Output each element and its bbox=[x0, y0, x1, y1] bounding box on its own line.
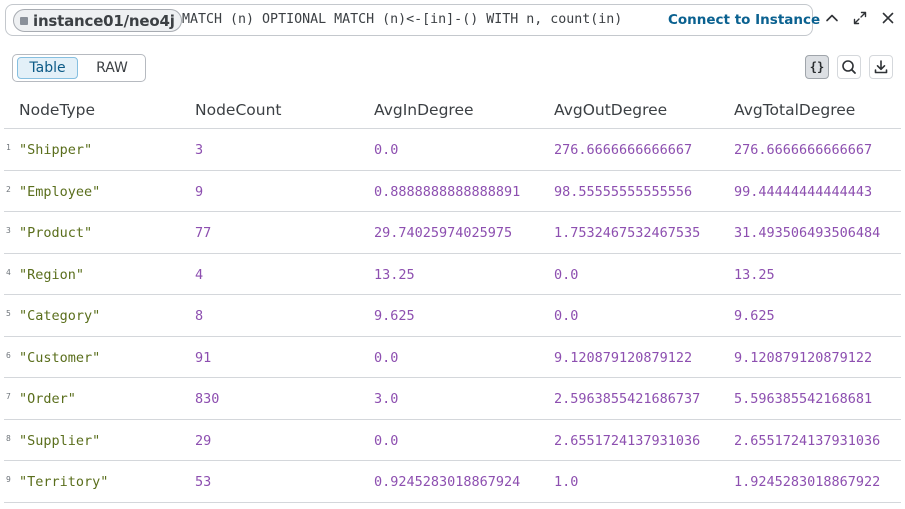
table-row: 9 "Territory" 53 0.9245283018867924 1.0 … bbox=[4, 461, 901, 503]
connect-to-instance-button[interactable]: Connect to Instance bbox=[668, 12, 820, 28]
database-icon bbox=[20, 16, 28, 25]
cell-node-count: 3 bbox=[195, 142, 204, 158]
table-header: NodeType NodeCount AvgInDegree AvgOutDeg… bbox=[4, 90, 901, 129]
cell-avg-in-degree: 9.625 bbox=[374, 308, 415, 324]
table-row: 5 "Category" 8 9.625 0.0 9.625 bbox=[4, 295, 901, 337]
cell-avg-in-degree: 0.8888888888888891 bbox=[374, 183, 521, 200]
close-icon bbox=[882, 12, 894, 24]
cell-avg-total-degree: 1.9245283018867922 bbox=[734, 474, 881, 490]
search-button[interactable] bbox=[837, 55, 861, 79]
query-text[interactable]: MATCH (n) OPTIONAL MATCH (n)<-[in]-() WI… bbox=[182, 12, 622, 27]
row-number: 9 bbox=[6, 475, 11, 484]
cell-node-type: "Territory" bbox=[19, 474, 109, 490]
row-number: 4 bbox=[6, 267, 11, 277]
table-row: 2 "Employee" 9 0.8888888888888891 98.555… bbox=[4, 171, 901, 212]
column-header[interactable]: AvgTotalDegree bbox=[734, 101, 855, 119]
row-number: 5 bbox=[6, 309, 11, 318]
json-icon: {} bbox=[809, 60, 825, 74]
cell-node-count: 91 bbox=[195, 349, 212, 366]
cell-avg-total-degree: 9.120879120879122 bbox=[734, 349, 873, 366]
cell-node-type: "Shipper" bbox=[19, 142, 93, 158]
cell-avg-total-degree: 99.44444444444443 bbox=[734, 183, 873, 200]
cell-node-count: 53 bbox=[195, 474, 212, 490]
search-icon bbox=[842, 60, 856, 74]
cell-node-type: "Category" bbox=[19, 308, 101, 324]
query-header: instance01/neo4j MATCH (n) OPTIONAL MATC… bbox=[0, 0, 905, 40]
expand-icon bbox=[853, 11, 867, 25]
cell-node-count: 830 bbox=[195, 391, 220, 407]
instance-name: instance01/neo4j bbox=[33, 11, 175, 30]
table-view-tab[interactable]: Table bbox=[17, 57, 78, 79]
expand-button[interactable] bbox=[851, 9, 869, 27]
instance-badge[interactable]: instance01/neo4j bbox=[13, 9, 182, 32]
cell-node-type: "Employee" bbox=[19, 183, 101, 200]
cell-node-type: "Supplier" bbox=[19, 432, 101, 449]
cell-node-count: 4 bbox=[195, 266, 204, 283]
collapse-button[interactable] bbox=[823, 9, 841, 27]
row-number: 7 bbox=[6, 392, 11, 401]
cell-avg-out-degree: 1.7532467532467535 bbox=[554, 225, 701, 241]
cell-avg-total-degree: 13.25 bbox=[734, 266, 775, 283]
cell-avg-out-degree: 0.0 bbox=[554, 308, 579, 324]
download-icon bbox=[874, 60, 888, 74]
cell-node-type: "Customer" bbox=[19, 349, 101, 366]
results-table: NodeType NodeCount AvgInDegree AvgOutDeg… bbox=[4, 90, 901, 503]
close-button[interactable] bbox=[879, 9, 897, 27]
table-row: 6 "Customer" 91 0.0 9.120879120879122 9.… bbox=[4, 337, 901, 378]
cell-avg-total-degree: 9.625 bbox=[734, 308, 775, 324]
cell-avg-in-degree: 3.0 bbox=[374, 391, 399, 407]
cell-avg-in-degree: 0.0 bbox=[374, 142, 399, 158]
cell-avg-out-degree: 9.120879120879122 bbox=[554, 349, 693, 366]
cell-node-count: 29 bbox=[195, 432, 212, 449]
cell-node-count: 77 bbox=[195, 225, 212, 241]
row-number: 1 bbox=[6, 143, 11, 152]
cell-avg-out-degree: 276.6666666666667 bbox=[554, 142, 693, 158]
row-number: 2 bbox=[6, 184, 11, 194]
json-view-button[interactable]: {} bbox=[805, 55, 829, 79]
cell-avg-out-degree: 2.6551724137931036 bbox=[554, 432, 701, 449]
cell-node-type: "Region" bbox=[19, 266, 85, 283]
view-toggle: Table RAW bbox=[12, 54, 146, 82]
cell-node-count: 8 bbox=[195, 308, 204, 324]
cell-avg-in-degree: 29.74025974025975 bbox=[374, 225, 513, 241]
cell-avg-total-degree: 276.6666666666667 bbox=[734, 142, 873, 158]
collapse-icon bbox=[826, 14, 838, 22]
cell-avg-in-degree: 0.0 bbox=[374, 432, 399, 449]
cell-avg-total-degree: 31.493506493506484 bbox=[734, 225, 881, 241]
table-row: 3 "Product" 77 29.74025974025975 1.75324… bbox=[4, 212, 901, 254]
cell-avg-total-degree: 5.596385542168681 bbox=[734, 391, 873, 407]
download-button[interactable] bbox=[869, 55, 893, 79]
cell-avg-out-degree: 1.0 bbox=[554, 474, 579, 490]
row-number: 3 bbox=[6, 226, 11, 235]
cell-avg-in-degree: 0.0 bbox=[374, 349, 399, 366]
cell-avg-out-degree: 98.55555555555556 bbox=[554, 183, 693, 200]
column-header[interactable]: AvgInDegree bbox=[374, 101, 474, 119]
cell-avg-in-degree: 0.9245283018867924 bbox=[374, 474, 521, 490]
cell-avg-total-degree: 2.6551724137931036 bbox=[734, 432, 881, 449]
table-row: 4 "Region" 4 13.25 0.0 13.25 bbox=[4, 254, 901, 295]
cell-node-type: "Product" bbox=[19, 225, 93, 241]
row-number: 8 bbox=[6, 433, 11, 443]
column-header[interactable]: NodeType bbox=[19, 101, 95, 119]
cell-avg-out-degree: 0.0 bbox=[554, 266, 579, 283]
row-number: 6 bbox=[6, 350, 11, 360]
column-header[interactable]: AvgOutDegree bbox=[554, 101, 667, 119]
table-row: 8 "Supplier" 29 0.0 2.6551724137931036 2… bbox=[4, 420, 901, 461]
raw-view-tab[interactable]: RAW bbox=[83, 57, 141, 79]
cell-node-count: 9 bbox=[195, 183, 204, 200]
cell-avg-out-degree: 2.5963855421686737 bbox=[554, 391, 701, 407]
table-row: 1 "Shipper" 3 0.0 276.6666666666667 276.… bbox=[4, 129, 901, 171]
cell-avg-in-degree: 13.25 bbox=[374, 266, 415, 283]
table-row: 7 "Order" 830 3.0 2.5963855421686737 5.5… bbox=[4, 378, 901, 420]
cell-node-type: "Order" bbox=[19, 391, 76, 407]
column-header[interactable]: NodeCount bbox=[195, 101, 281, 119]
query-editor[interactable]: instance01/neo4j MATCH (n) OPTIONAL MATC… bbox=[5, 4, 820, 36]
